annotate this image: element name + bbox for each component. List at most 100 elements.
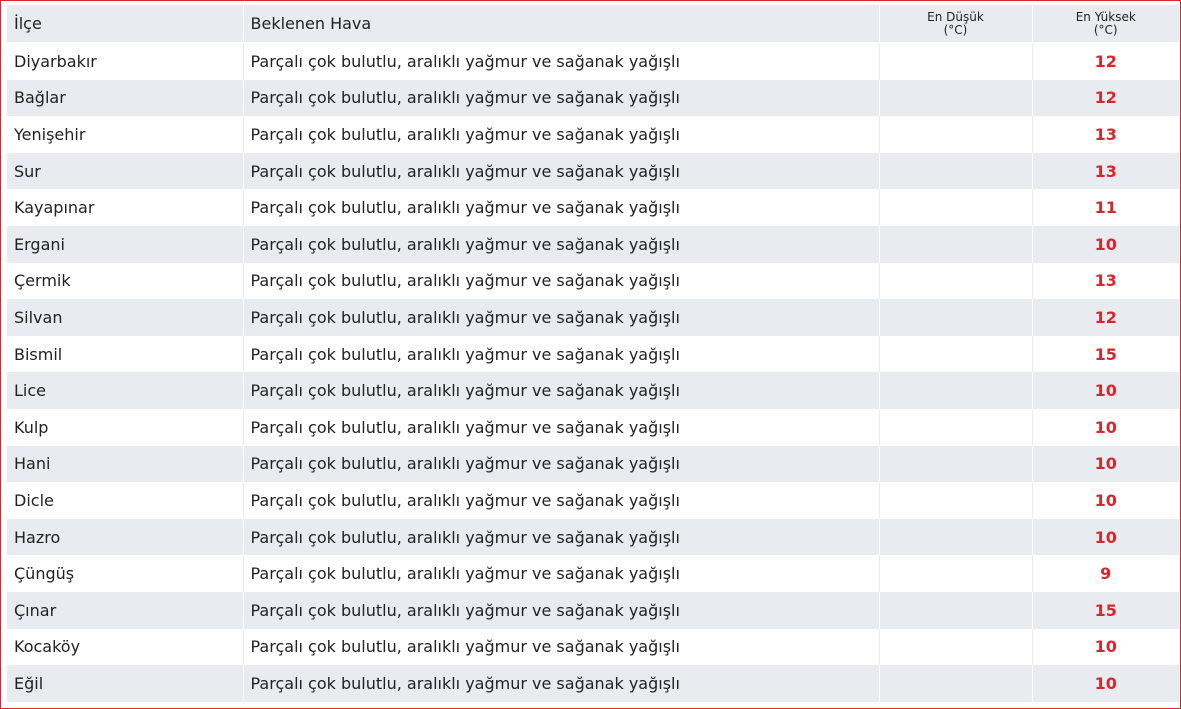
high-temp-cell: 12	[1032, 299, 1179, 336]
low-temp-header-label: En Düşük	[927, 9, 984, 24]
low-temp-cell	[879, 225, 1033, 263]
low-temp-cell	[879, 335, 1033, 373]
table-row: Bismil Parçalı çok bulutlu, aralıklı yağm…	[7, 335, 1179, 373]
high-temp-cell: 10	[1032, 408, 1179, 446]
low-temp-cell	[879, 152, 1033, 190]
district-cell: Çüngüş	[7, 555, 244, 592]
district-cell: Çınar	[7, 591, 244, 629]
table-row: Lice Parçalı çok bulutlu, aralıklı yağmur…	[7, 372, 1179, 409]
high-temp-cell: 9	[1032, 555, 1179, 592]
low-temp-cell	[879, 299, 1033, 336]
district-cell: Lice	[7, 372, 244, 409]
column-header-low-temp: En Düşük (°C)	[879, 5, 1033, 43]
table-row: Diyarbakır Parçalı çok bulutlu, aralıklı …	[7, 42, 1179, 80]
forecast-cell: Parçalı çok bulutlu, aralıklı yağmur ve …	[243, 482, 880, 519]
low-temp-cell	[879, 518, 1033, 556]
district-cell: Silvan	[7, 299, 244, 336]
forecast-cell: Parçalı çok bulutlu, aralıklı yağmur ve …	[243, 79, 880, 117]
low-temp-cell	[879, 591, 1033, 629]
forecast-table-frame: İlçe Beklenen Hava En Düşük (°C) En Yüks…	[0, 0, 1181, 709]
forecast-cell: Parçalı çok bulutlu, aralıklı yağmur ve …	[243, 299, 880, 336]
high-temp-cell: 10	[1032, 372, 1179, 409]
low-temp-cell	[879, 42, 1033, 80]
low-temp-cell	[879, 665, 1033, 702]
low-temp-cell	[879, 262, 1033, 300]
high-temp-header-unit: (°C)	[1093, 22, 1118, 37]
forecast-cell: Parçalı çok bulutlu, aralıklı yağmur ve …	[243, 152, 880, 190]
table-row: Kayapınar Parçalı çok bulutlu, aralıklı y…	[7, 189, 1179, 226]
high-temp-cell: 10	[1032, 225, 1179, 263]
forecast-cell: Parçalı çok bulutlu, aralıklı yağmur ve …	[243, 628, 880, 666]
low-temp-cell	[879, 628, 1033, 666]
table-header-row: İlçe Beklenen Hava En Düşük (°C) En Yüks…	[7, 5, 1179, 43]
low-temp-cell	[879, 116, 1033, 153]
low-temp-cell	[879, 372, 1033, 409]
low-temp-cell	[879, 189, 1033, 226]
district-cell: Diyarbakır	[7, 42, 244, 80]
district-cell: Ergani	[7, 225, 244, 263]
table-row: Çüngüş Parçalı çok bulutlu, aralıklı yağm…	[7, 555, 1179, 592]
high-temp-cell: 13	[1032, 262, 1179, 300]
column-header-high-temp: En Yüksek (°C)	[1032, 5, 1179, 43]
table-row: Hani Parçalı çok bulutlu, aralıklı yağmur…	[7, 445, 1179, 483]
table-row: Bağlar Parçalı çok bulutlu, aralıklı yağm…	[7, 79, 1179, 117]
forecast-cell: Parçalı çok bulutlu, aralıklı yağmur ve …	[243, 372, 880, 409]
district-cell: Kayapınar	[7, 189, 244, 226]
district-cell: Sur	[7, 152, 244, 190]
low-temp-cell	[879, 408, 1033, 446]
district-cell: Kulp	[7, 408, 244, 446]
high-temp-cell: 15	[1032, 335, 1179, 373]
table-row: Hazro Parçalı çok bulutlu, aralıklı yağmu…	[7, 518, 1179, 556]
low-temp-cell	[879, 79, 1033, 117]
high-temp-cell: 13	[1032, 152, 1179, 190]
high-temp-cell: 10	[1032, 445, 1179, 483]
high-temp-header-label: En Yüksek	[1075, 9, 1136, 24]
district-cell: Yenişehir	[7, 116, 244, 153]
table-row: Eğil Parçalı çok bulutlu, aralıklı yağmur…	[7, 665, 1179, 702]
table-row: Ergani Parçalı çok bulutlu, aralıklı yağm…	[7, 225, 1179, 263]
forecast-cell: Parçalı çok bulutlu, aralıklı yağmur ve …	[243, 42, 880, 80]
table-body: Diyarbakır Parçalı çok bulutlu, aralıklı …	[7, 42, 1179, 702]
district-forecast-table: İlçe Beklenen Hava En Düşük (°C) En Yüks…	[7, 5, 1179, 702]
district-cell: Bağlar	[7, 79, 244, 117]
high-temp-cell: 10	[1032, 518, 1179, 556]
high-temp-cell: 11	[1032, 189, 1179, 226]
forecast-cell: Parçalı çok bulutlu, aralıklı yağmur ve …	[243, 408, 880, 446]
high-temp-cell: 13	[1032, 116, 1179, 153]
forecast-cell: Parçalı çok bulutlu, aralıklı yağmur ve …	[243, 445, 880, 483]
district-cell: Hazro	[7, 518, 244, 556]
district-cell: Çermik	[7, 262, 244, 300]
column-header-district: İlçe	[7, 5, 244, 43]
high-temp-cell: 10	[1032, 665, 1179, 702]
forecast-cell: Parçalı çok bulutlu, aralıklı yağmur ve …	[243, 189, 880, 226]
forecast-cell: Parçalı çok bulutlu, aralıklı yağmur ve …	[243, 116, 880, 153]
forecast-cell: Parçalı çok bulutlu, aralıklı yağmur ve …	[243, 555, 880, 592]
table-row: Çınar Parçalı çok bulutlu, aralıklı yağmu…	[7, 591, 1179, 629]
low-temp-cell	[879, 482, 1033, 519]
high-temp-cell: 10	[1032, 628, 1179, 666]
table-row: Kulp Parçalı çok bulutlu, aralıklı yağmur…	[7, 408, 1179, 446]
high-temp-cell: 10	[1032, 482, 1179, 519]
low-temp-header-unit: (°C)	[943, 22, 968, 37]
forecast-cell: Parçalı çok bulutlu, aralıklı yağmur ve …	[243, 591, 880, 629]
table-row: Dicle Parçalı çok bulutlu, aralıklı yağmu…	[7, 482, 1179, 519]
table-row: Silvan Parçalı çok bulutlu, aralıklı yağm…	[7, 299, 1179, 336]
district-cell: Eğil	[7, 665, 244, 702]
column-header-forecast: Beklenen Hava	[243, 5, 880, 43]
forecast-cell: Parçalı çok bulutlu, aralıklı yağmur ve …	[243, 518, 880, 556]
table-row: Kocaköy Parçalı çok bulutlu, aralıklı yağ…	[7, 628, 1179, 666]
table-row: Çermik Parçalı çok bulutlu, aralıklı yağm…	[7, 262, 1179, 300]
district-cell: Kocaköy	[7, 628, 244, 666]
high-temp-cell: 12	[1032, 79, 1179, 117]
high-temp-cell: 15	[1032, 591, 1179, 629]
forecast-cell: Parçalı çok bulutlu, aralıklı yağmur ve …	[243, 225, 880, 263]
low-temp-cell	[879, 555, 1033, 592]
forecast-cell: Parçalı çok bulutlu, aralıklı yağmur ve …	[243, 335, 880, 373]
table-row: Yenişehir Parçalı çok bulutlu, aralıklı y…	[7, 116, 1179, 153]
district-cell: Dicle	[7, 482, 244, 519]
high-temp-cell: 12	[1032, 42, 1179, 80]
forecast-cell: Parçalı çok bulutlu, aralıklı yağmur ve …	[243, 262, 880, 300]
forecast-cell: Parçalı çok bulutlu, aralıklı yağmur ve …	[243, 665, 880, 702]
low-temp-cell	[879, 445, 1033, 483]
district-cell: Bismil	[7, 335, 244, 373]
